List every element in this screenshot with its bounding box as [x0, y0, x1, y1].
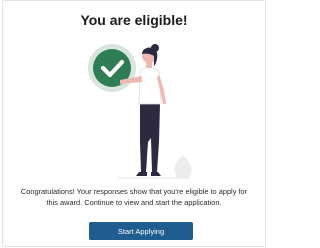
start-applying-button[interactable]: Start Applying [89, 222, 193, 240]
check-badge [88, 44, 136, 92]
eligibility-message: Congratulations! Your responses show tha… [20, 187, 248, 207]
eligible-illustration [88, 44, 192, 179]
page-title: You are eligible! [80, 12, 188, 28]
plant [174, 156, 192, 178]
